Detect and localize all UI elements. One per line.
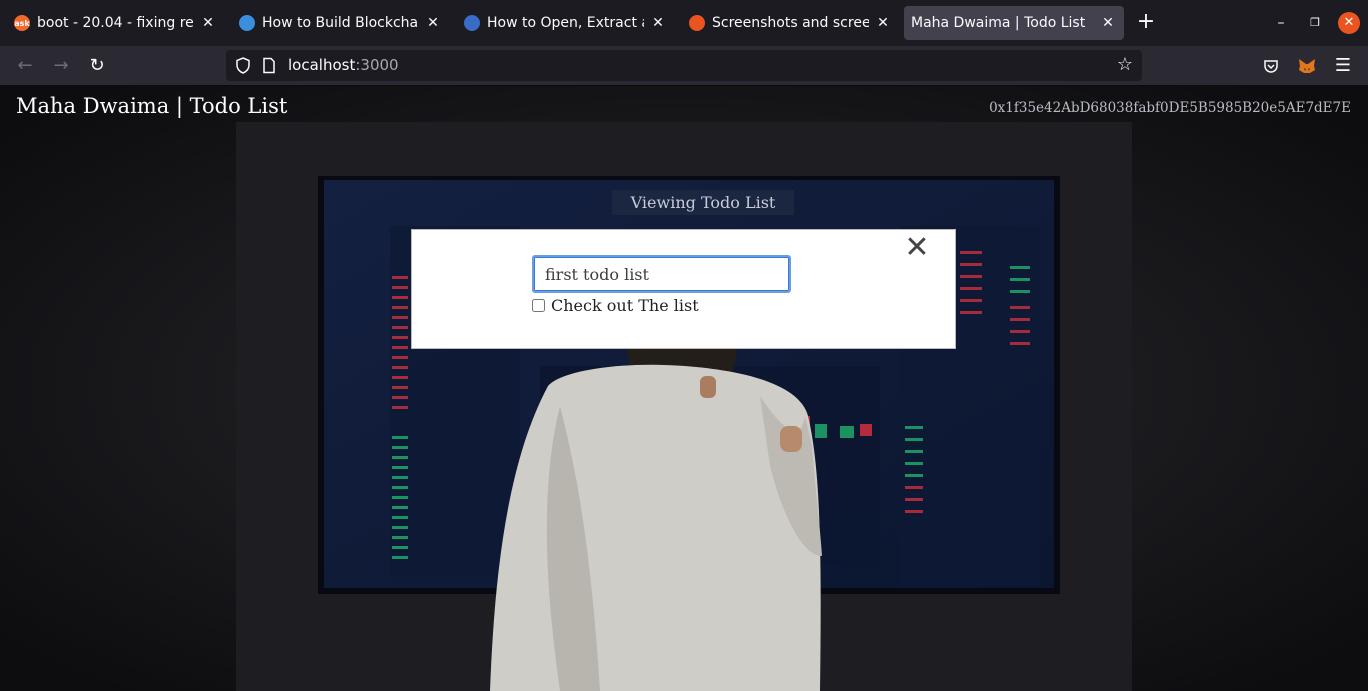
- restore-icon[interactable]: ❐: [1304, 12, 1326, 34]
- account-address: 0x1f35e42AbD68038fabf0DE5B5985B20e5AE7dE…: [989, 100, 1351, 116]
- back-icon[interactable]: ←: [14, 55, 36, 77]
- tab-label: Maha Dwaima | Todo List: [911, 15, 1086, 31]
- menu-hamburger-icon[interactable]: ☰: [1332, 55, 1354, 77]
- close-tab-icon[interactable]: ✕: [423, 13, 443, 33]
- complete-checkbox-row[interactable]: Check out The list: [532, 296, 699, 315]
- reload-icon[interactable]: ↻: [86, 55, 108, 77]
- tab-label: boot - 20.04 - fixing recur: [37, 15, 194, 31]
- page-content: Maha Dwaima | Todo List 0x1f35e42AbD6803…: [0, 86, 1368, 691]
- todo-text-input[interactable]: [532, 255, 791, 293]
- url-host: localhost: [288, 56, 356, 74]
- tab-extract[interactable]: How to Open, Extract and ✕: [454, 6, 674, 40]
- tab-label: How to Build Blockchain A: [262, 15, 419, 31]
- tab-screenshots[interactable]: Screenshots and screenca ✕: [679, 6, 899, 40]
- minimize-icon[interactable]: –: [1270, 12, 1292, 34]
- app-title: Maha Dwaima | Todo List: [16, 94, 288, 118]
- background-photo: [0, 86, 1368, 691]
- tab-label: How to Open, Extract and: [487, 15, 644, 31]
- shield-icon[interactable]: [235, 57, 251, 74]
- ubuntu-icon: [689, 15, 705, 31]
- url-text[interactable]: localhost:3000: [288, 56, 399, 74]
- pocket-icon[interactable]: [1260, 55, 1282, 77]
- blockchain-site-icon: [239, 15, 255, 31]
- tab-bar: ask boot - 20.04 - fixing recur ✕ How to…: [0, 0, 1368, 46]
- new-tab-icon[interactable]: +: [1135, 11, 1157, 34]
- url-port: :3000: [355, 56, 399, 74]
- tab-blockchain[interactable]: How to Build Blockchain A ✕: [229, 6, 449, 40]
- section-title: Viewing Todo List: [612, 190, 794, 215]
- close-icon[interactable]: ✕: [904, 233, 930, 263]
- checkbox-label: Check out The list: [551, 296, 699, 315]
- bookmark-star-icon[interactable]: ☆: [1114, 54, 1136, 76]
- tab-todo-list[interactable]: Maha Dwaima | Todo List ✕: [904, 6, 1124, 40]
- url-bar[interactable]: localhost:3000 ☆: [226, 50, 1142, 81]
- page-info-icon[interactable]: [261, 57, 277, 74]
- complete-checkbox[interactable]: [532, 299, 545, 312]
- close-tab-icon[interactable]: ✕: [1098, 13, 1118, 33]
- site-icon: [464, 15, 480, 31]
- forward-icon[interactable]: →: [50, 55, 72, 77]
- close-tab-icon[interactable]: ✕: [873, 13, 893, 33]
- navigation-bar: ← → ↻ localhost:3000 ☆ ☰: [0, 46, 1368, 86]
- metamask-fox-icon[interactable]: [1296, 55, 1318, 77]
- tab-label: Screenshots and screenca: [712, 15, 869, 31]
- askubuntu-icon: ask: [14, 15, 30, 31]
- close-tab-icon[interactable]: ✕: [198, 13, 218, 33]
- close-tab-icon[interactable]: ✕: [648, 13, 668, 33]
- window-close-icon[interactable]: ✕: [1338, 12, 1360, 34]
- todo-modal: ✕ Check out The list: [411, 229, 956, 349]
- tab-askubuntu[interactable]: ask boot - 20.04 - fixing recur ✕: [4, 6, 224, 40]
